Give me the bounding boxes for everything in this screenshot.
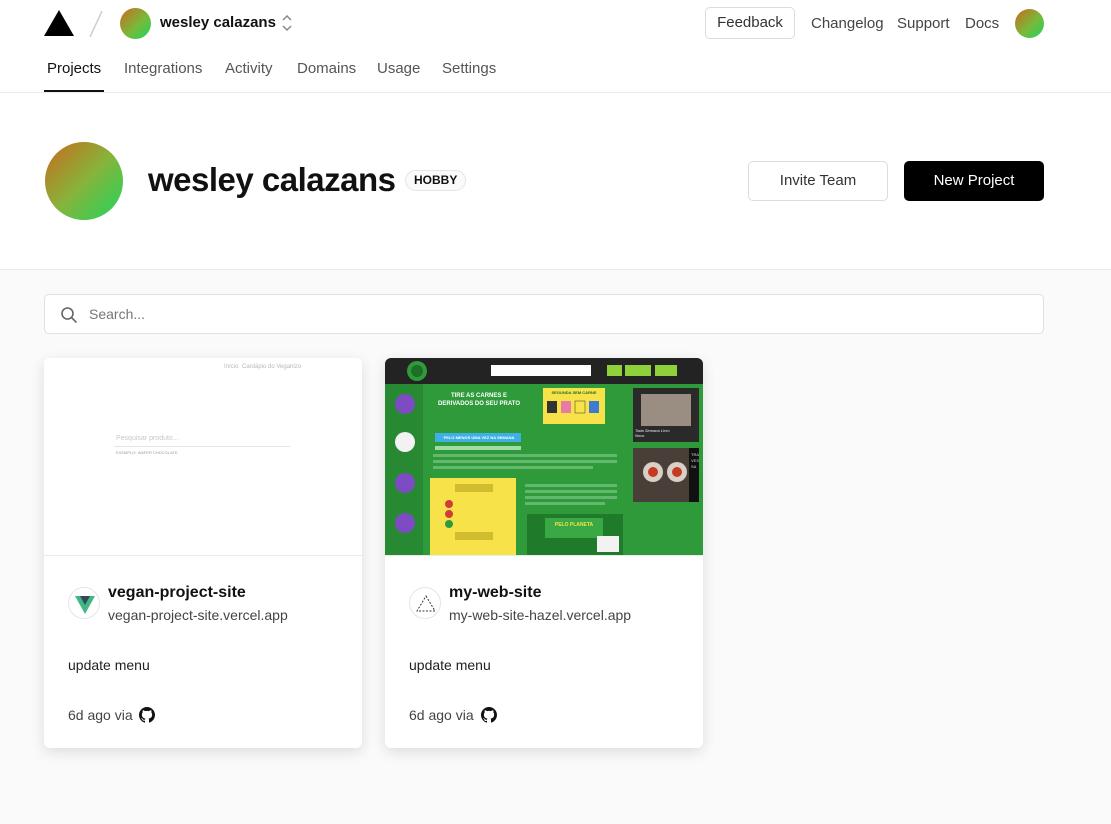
- project-preview[interactable]: TIRE AS CARNES E DERIVADOS DO SEU PRATO …: [385, 358, 703, 556]
- commit-message: update menu: [68, 657, 150, 673]
- vue-icon: [68, 587, 100, 619]
- top-header: wesley calazans Feedback Changelog Suppo…: [0, 0, 1111, 93]
- project-search[interactable]: [44, 294, 1044, 334]
- support-link[interactable]: Support: [897, 15, 950, 32]
- changelog-link[interactable]: Changelog: [811, 15, 884, 32]
- deploy-time: 6d ago via: [409, 707, 474, 723]
- team-switcher-icon[interactable]: [280, 13, 294, 33]
- preview-search-placeholder: Pesquisar produto...: [116, 435, 179, 442]
- project-card-vegan-project-site[interactable]: Início Cardápio do Veganizo Pesquisar pr…: [44, 358, 362, 748]
- project-url[interactable]: vegan-project-site.vercel.app: [108, 607, 288, 623]
- preview-side-title: SEGUNDA SEM CARNE: [551, 390, 597, 395]
- tab-domains[interactable]: Domains: [297, 60, 356, 77]
- commit-message: update menu: [409, 657, 491, 673]
- tab-projects[interactable]: Projects: [47, 60, 101, 77]
- separator-slash-icon: [89, 10, 103, 38]
- preview-cta: PELO MENOS UMA VEZ NA SEMANA: [443, 435, 515, 440]
- triangle-icon: [409, 587, 441, 619]
- preview-site-illustration: [385, 361, 703, 555]
- preview-planet: PELO PLANETA: [554, 522, 594, 528]
- project-card-my-web-site[interactable]: TIRE AS CARNES E DERIVADOS DO SEU PRATO …: [385, 358, 703, 748]
- vercel-logo-icon[interactable]: [44, 10, 74, 36]
- preview-nav-item: Cardápio do Veganizo: [242, 364, 302, 370]
- project-name[interactable]: vegan-project-site: [108, 584, 246, 602]
- preview-vertical-text: TRAVESSA: [691, 452, 700, 469]
- team-hero: wesley calazans HOBBY Invite Team New Pr…: [0, 93, 1111, 270]
- plan-badge: HOBBY: [405, 170, 467, 191]
- github-icon: [481, 707, 497, 723]
- project-name[interactable]: my-web-site: [449, 584, 541, 602]
- preview-book-caption: Toda Semana Livro Novo: [635, 428, 670, 438]
- search-input[interactable]: [89, 303, 1029, 325]
- preview-headline: TIRE AS CARNES E DERIVADOS DO SEU PRATO: [437, 393, 520, 407]
- invite-team-button[interactable]: Invite Team: [748, 161, 888, 201]
- preview-nav-item: Início: [224, 364, 239, 370]
- tab-settings[interactable]: Settings: [442, 60, 496, 77]
- github-icon: [139, 707, 155, 723]
- team-avatar[interactable]: [120, 8, 151, 39]
- team-title: wesley calazans: [148, 161, 396, 198]
- tab-activity[interactable]: Activity: [225, 60, 273, 77]
- active-tab-indicator: [44, 90, 104, 92]
- preview-example-text: EXEMPLO: WAFER CHOCOLATE: [116, 450, 178, 455]
- team-name[interactable]: wesley calazans: [160, 14, 276, 31]
- user-avatar[interactable]: [1015, 9, 1044, 38]
- project-preview[interactable]: Início Cardápio do Veganizo Pesquisar pr…: [44, 358, 362, 556]
- search-icon: [61, 307, 77, 323]
- new-project-button[interactable]: New Project: [904, 161, 1044, 201]
- feedback-button[interactable]: Feedback: [705, 7, 795, 39]
- project-url[interactable]: my-web-site-hazel.vercel.app: [449, 607, 631, 623]
- preview-search-underline: [114, 446, 290, 447]
- tab-usage[interactable]: Usage: [377, 60, 420, 77]
- tab-integrations[interactable]: Integrations: [124, 60, 202, 77]
- team-avatar-large: [45, 142, 123, 220]
- deploy-time: 6d ago via: [68, 707, 133, 723]
- docs-link[interactable]: Docs: [965, 15, 999, 32]
